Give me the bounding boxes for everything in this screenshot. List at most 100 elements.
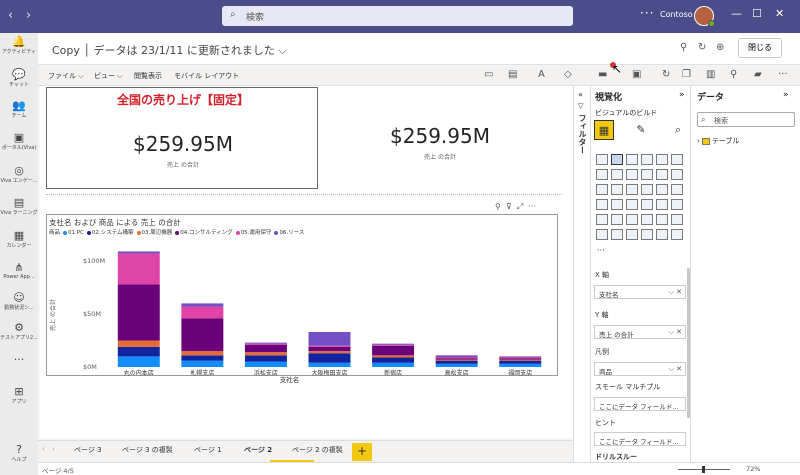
visual-type-icon[interactable] <box>611 199 623 210</box>
analytics-icon[interactable]: ⌕ <box>668 120 688 140</box>
more-visual-icon[interactable]: ··· <box>528 202 536 211</box>
build-visual-icon[interactable]: ▦ <box>594 120 614 140</box>
small-multiples-well[interactable]: ここにデータ フィールド... <box>594 397 686 411</box>
report-title[interactable]: Copy │ データは 23/1/11 に更新されました ⌵ <box>52 42 287 58</box>
format-visual-icon[interactable]: ✎ <box>631 120 651 140</box>
visual-type-icon[interactable] <box>641 214 653 225</box>
tab-page2-copy[interactable]: ページ 2 の複製 <box>292 445 343 455</box>
focus-mode-icon[interactable]: ⤢ <box>517 202 523 211</box>
rail-item-8[interactable]: ☺ 勤務状況シ... <box>0 291 38 311</box>
visual-type-icon[interactable] <box>641 199 653 210</box>
visual-type-icon[interactable] <box>596 214 608 225</box>
visual-type-icon[interactable] <box>671 154 683 165</box>
visual-type-icon[interactable] <box>596 229 608 240</box>
tab-page3-copy[interactable]: ページ 3 の複製 <box>122 445 173 455</box>
reading-view-button[interactable]: 閲覧表示 <box>134 71 162 81</box>
x-axis-remove-icon[interactable]: ⌵ ✕ <box>669 288 682 297</box>
save-icon[interactable]: ▥ <box>706 69 715 80</box>
rail-item-10[interactable]: ··· <box>0 353 38 366</box>
zoom-thumb[interactable] <box>702 466 705 473</box>
more-visuals-icon[interactable]: ··· <box>597 246 605 255</box>
y-axis-remove-icon[interactable]: ⌵ ✕ <box>669 328 682 337</box>
avatar[interactable] <box>694 6 715 27</box>
visual-type-icon[interactable] <box>626 229 638 240</box>
pin-visual-icon[interactable]: ⚲ <box>730 69 737 80</box>
visual-type-icon[interactable] <box>626 199 638 210</box>
card2-value[interactable]: $259.95M <box>340 124 540 148</box>
visual-type-icon[interactable] <box>671 199 683 210</box>
tab-page2[interactable]: ページ 2 <box>244 445 272 455</box>
visual-type-icon[interactable] <box>656 184 668 195</box>
visual-type-icon[interactable] <box>626 214 638 225</box>
close-window-icon[interactable]: ✕ <box>775 7 784 20</box>
legend-well[interactable]: 商品 ⌵ ✕ <box>594 362 686 376</box>
tab-prev-icon[interactable]: ‹ <box>42 445 45 453</box>
data-search-input[interactable]: ⌕ 検索 <box>697 112 795 127</box>
teams-share-icon[interactable]: ▰ <box>754 69 762 80</box>
rail-item-4[interactable]: ◎ Viva エンゲー... <box>0 164 38 184</box>
visual-type-icon[interactable] <box>671 214 683 225</box>
filter-icon[interactable]: ⊽ <box>506 202 512 211</box>
tab-page3[interactable]: ページ 3 <box>74 445 102 455</box>
add-page-button[interactable]: + <box>352 443 372 461</box>
visual-type-icon[interactable] <box>611 214 623 225</box>
rail-item-6[interactable]: ▦ カレンダー <box>0 229 38 249</box>
text-icon[interactable]: A <box>538 69 545 80</box>
visual-type-icon[interactable] <box>656 199 668 210</box>
x-axis-well[interactable]: 支社名 ⌵ ✕ <box>594 285 686 299</box>
rail-item-9[interactable]: ⚙ テストアプリ2... <box>0 321 38 341</box>
table-node[interactable]: › テーブル <box>697 136 739 146</box>
visual-type-icon[interactable] <box>626 154 638 165</box>
card-national-sales[interactable]: 全国の売り上げ【固定】 $259.95M 売上 の合計 <box>46 87 318 189</box>
stacked-bar-chart[interactable]: 支社名 および 商品 による 売上 の合計 商品 01.PC 02.システム構築 03… <box>46 214 558 384</box>
visual-type-icon[interactable] <box>611 154 623 165</box>
collapse-viz-icon[interactable]: » <box>679 90 685 100</box>
visual-type-icon[interactable] <box>641 229 653 240</box>
visual-type-icon[interactable] <box>626 184 638 195</box>
rail-item-1[interactable]: 💬 チャット <box>0 68 38 88</box>
refresh-icon[interactable]: ↻ <box>698 42 706 53</box>
refresh-data-icon[interactable]: ↻ <box>662 69 670 80</box>
globe-icon[interactable]: ⊕ <box>716 42 724 53</box>
collapse-icon[interactable]: « <box>578 90 583 99</box>
pin-visual-icon[interactable]: ⚲ <box>495 202 501 211</box>
visual-type-icon[interactable] <box>626 169 638 180</box>
visual-type-icon[interactable] <box>656 154 668 165</box>
forward-icon[interactable]: › <box>26 8 31 23</box>
visual-type-icon[interactable] <box>596 184 608 195</box>
visual-type-icon[interactable] <box>596 199 608 210</box>
tab-page1[interactable]: ページ 1 <box>194 445 222 455</box>
tooltip-well[interactable]: ここにデータ フィールド... <box>594 432 686 446</box>
visual-type-icon[interactable] <box>671 229 683 240</box>
legend-remove-icon[interactable]: ⌵ ✕ <box>669 365 682 374</box>
shapes-icon[interactable]: ◇ <box>564 69 572 80</box>
expand-chevron-icon[interactable]: › <box>697 137 700 145</box>
y-axis-well[interactable]: 売上 の合計 ⌵ ✕ <box>594 325 686 339</box>
rail-item-2[interactable]: 👥 チーム <box>0 99 38 119</box>
visual-type-icon[interactable] <box>611 184 623 195</box>
comment-icon[interactable]: ▭ <box>484 69 493 80</box>
button-icon[interactable]: ▬ <box>598 69 607 80</box>
visual-type-icon[interactable] <box>656 214 668 225</box>
pin-icon[interactable]: ⚲ <box>680 42 687 53</box>
page-view-icon[interactable]: ▣ <box>632 69 641 80</box>
search-box[interactable]: ⌕ 検索 <box>222 6 573 26</box>
back-icon[interactable]: ‹ <box>8 8 13 23</box>
visual-type-icon[interactable] <box>596 154 608 165</box>
mobile-layout-button[interactable]: モバイル レイアウト <box>174 71 239 81</box>
visual-icon[interactable]: ▤ <box>508 69 517 80</box>
visual-type-icon[interactable] <box>641 154 653 165</box>
close-button[interactable]: 閉じる <box>738 38 782 58</box>
filters-pane[interactable]: « ▽ フィルター <box>573 86 590 462</box>
file-menu[interactable]: ファイル ⌵ <box>48 71 84 81</box>
visual-type-icon[interactable] <box>656 229 668 240</box>
rail-item-11[interactable]: ⊞ アプリ <box>0 385 38 405</box>
rail-item-3[interactable]: ▣ ポータル(Viva) <box>0 131 38 151</box>
visual-type-icon[interactable] <box>656 169 668 180</box>
more-toolbar-icon[interactable]: ··· <box>778 69 788 80</box>
more-options-icon[interactable]: ··· <box>640 6 654 20</box>
minimize-icon[interactable]: — <box>731 7 742 20</box>
maximize-icon[interactable]: ☐ <box>752 7 762 20</box>
visual-type-icon[interactable] <box>671 169 683 180</box>
rail-item-5[interactable]: ▤ Viva ラーニング <box>0 196 38 216</box>
